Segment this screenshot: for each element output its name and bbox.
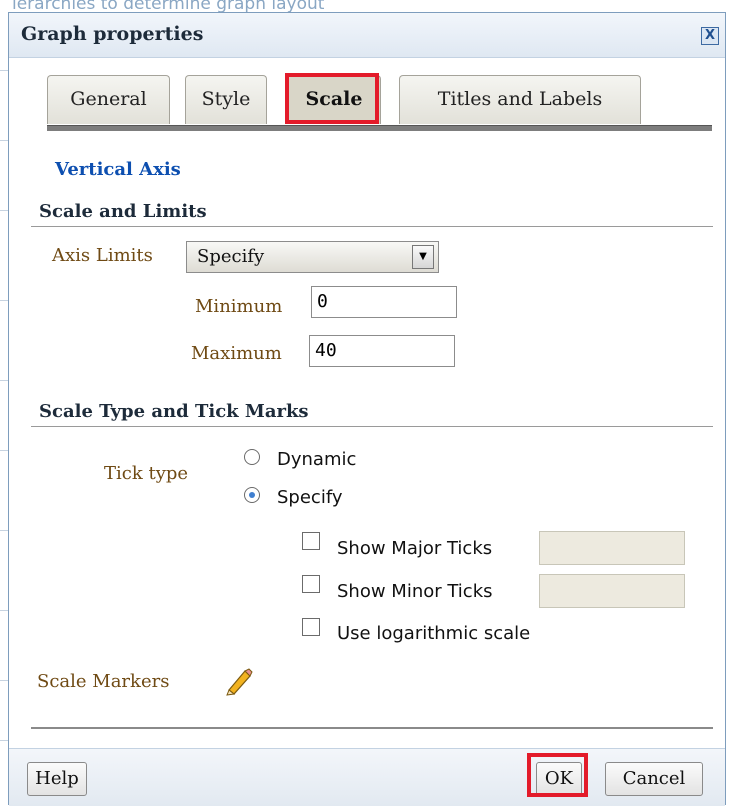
section-divider xyxy=(31,426,713,427)
scale-and-limits-heading: Scale and Limits xyxy=(39,201,207,222)
ok-button-highlight xyxy=(527,753,588,797)
vertical-axis-heading: Vertical Axis xyxy=(55,159,181,180)
minimum-input[interactable]: 0 xyxy=(311,286,457,318)
tab-underline xyxy=(47,125,712,131)
show-minor-ticks-checkbox[interactable] xyxy=(302,575,320,593)
tab-titles-and-labels[interactable]: Titles and Labels xyxy=(399,75,641,124)
minimum-label: Minimum xyxy=(195,296,283,317)
show-major-ticks-label: Show Major Ticks xyxy=(337,538,493,559)
cancel-button[interactable]: Cancel xyxy=(605,762,703,796)
footer-divider xyxy=(31,727,713,729)
close-icon[interactable]: X xyxy=(701,27,719,45)
radio-dynamic-label: Dynamic xyxy=(277,449,357,470)
graph-properties-dialog: Graph properties X General Style Scale T… xyxy=(8,12,726,806)
radio-dynamic[interactable] xyxy=(244,449,260,465)
tick-type-label: Tick type xyxy=(104,463,189,484)
tab-bar: General Style Scale Titles and Labels xyxy=(47,75,712,131)
show-minor-ticks-label: Show Minor Ticks xyxy=(337,581,493,602)
help-button[interactable]: Help xyxy=(27,762,87,796)
axis-limits-select[interactable]: Specify ▼ xyxy=(186,241,439,273)
radio-specify[interactable] xyxy=(244,487,260,503)
radio-specify-label: Specify xyxy=(277,487,343,508)
tab-general[interactable]: General xyxy=(47,75,170,124)
maximum-input[interactable]: 40 xyxy=(309,335,455,367)
scale-tab-highlight xyxy=(285,73,379,124)
major-ticks-input xyxy=(539,531,685,565)
show-major-ticks-checkbox[interactable] xyxy=(302,532,320,550)
section-divider xyxy=(31,226,713,227)
tab-style[interactable]: Style xyxy=(185,75,267,124)
axis-limits-label: Axis Limits xyxy=(52,245,153,266)
pencil-icon[interactable] xyxy=(225,668,253,696)
minor-ticks-input xyxy=(539,574,685,608)
maximum-label: Maximum xyxy=(191,343,282,364)
dialog-title: Graph properties xyxy=(21,23,204,45)
scale-markers-label: Scale Markers xyxy=(37,671,170,692)
use-log-scale-checkbox[interactable] xyxy=(302,618,320,636)
scale-type-heading: Scale Type and Tick Marks xyxy=(39,401,309,422)
chevron-down-icon[interactable]: ▼ xyxy=(412,245,434,269)
dialog-titlebar[interactable]: Graph properties X xyxy=(9,13,725,58)
axis-limits-selected: Specify xyxy=(197,246,265,267)
use-log-scale-label: Use logarithmic scale xyxy=(337,623,531,644)
dialog-footer: Help OK Cancel xyxy=(9,748,725,806)
